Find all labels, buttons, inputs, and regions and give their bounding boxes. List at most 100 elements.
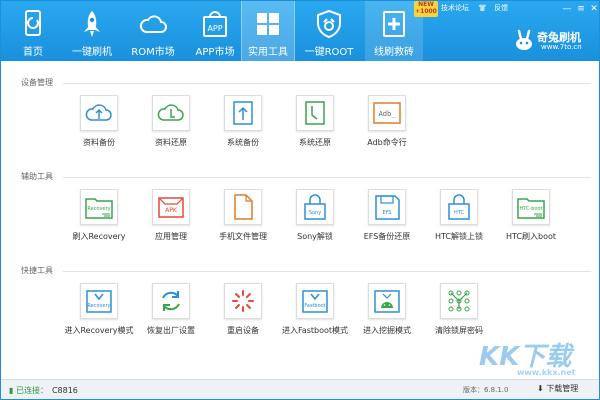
tool-box: Adb_ [368,95,406,131]
top-navigation-bar: 首页 一键刷机 ROM市场 APP APP市场 实用工具 一键ROOT 线刷救砖… [1,1,599,61]
shield-root-icon [317,9,341,39]
nav-app-market-label: APP市场 [195,47,235,58]
tool-adb-terminal[interactable]: Adb_ Adb命令行 [347,95,427,159]
tool-box: HTC [440,189,478,225]
reboot-icon [232,290,254,312]
tool-system-backup[interactable]: 系统备份 [203,95,283,159]
tool-data-restore[interactable]: 资料还原 [131,95,211,159]
tools-panel: 设备管理 资料备份 资料还原 系统备份 系统还原 Adb_ Adb命令行 辅助工… [1,61,599,379]
pattern-lock-icon [448,290,470,312]
nav-one-click-root-label: 一键ROOT [304,47,354,58]
connection-status: ▮ 已连接： C8816 [9,385,78,396]
home-phone-icon [25,10,41,36]
system-restore-icon [305,101,325,125]
skin-icon[interactable]: 👕 [478,4,487,12]
brand-url: www.7to.cn [541,43,582,51]
tool-factory-reset[interactable]: 恢复出厂设置 [131,283,211,347]
tool-box: Recovery [80,283,118,319]
efs-text: EFS [382,210,391,216]
tool-data-backup[interactable]: 资料备份 [59,95,139,159]
section-divider [63,83,591,84]
sony-lock-icon: Sony [304,194,326,220]
cloud-restore-icon [157,104,184,121]
tool-efs-backup[interactable]: EFS EFS备份还原 [347,189,427,253]
fastboot-text: Fastboot [304,303,325,309]
settings-icon[interactable]: ≡ [575,3,587,15]
app-window: 首页 一键刷机 ROM市场 APP APP市场 实用工具 一键ROOT 线刷救砖… [0,0,600,400]
recovery-folder-icon: Recovery [85,198,113,219]
tool-box [224,283,262,319]
close-icon[interactable]: ✕ [588,3,599,15]
connected-label: 已连接： [15,386,48,395]
tool-label: HTC刷入boot [505,232,557,241]
nav-utility-tools[interactable]: 实用工具 [241,1,295,61]
htc-boot-text: HTC-boot [519,206,542,212]
tool-file-manager[interactable]: 手机文件管理 [203,189,283,253]
tool-box [368,283,406,319]
section-title-quick: 快捷工具 [21,266,53,275]
nav-home-label: 首页 [23,47,43,58]
tool-box: APK [152,189,190,225]
tool-box [224,189,262,225]
tool-box [440,283,478,319]
minimize-icon[interactable]: — [561,3,573,15]
efs-floppy-icon: EFS [375,195,400,220]
tool-sony-unlock[interactable]: Sony Sony解锁 [275,189,355,253]
tool-label: Adb命令行 [367,138,407,147]
adb-text: Adb_ [379,110,397,118]
tool-system-restore[interactable]: 系统还原 [275,95,355,159]
phone-connected-icon: ▮ [9,386,14,395]
forum-link[interactable]: 技术论坛 [441,3,469,13]
tool-box [224,95,262,131]
section-divider [63,177,591,178]
version-label: 版本：6.8.1.0 [463,386,509,394]
tool-app-management[interactable]: APK 应用管理 [131,189,211,253]
tool-htc-flash-boot[interactable]: HTC-boot HTC刷入boot [491,189,571,253]
new-badge: NEW +1000 [414,1,438,17]
cloud-upload-icon [85,104,112,121]
android-dig-icon [374,290,400,313]
nav-app-market[interactable]: APP APP市场 [185,1,245,61]
tool-enter-fastboot[interactable]: Fastboot 进入Fastboot模式 [275,283,355,347]
tool-htc-unlock[interactable]: HTC HTC解锁上锁 [419,189,499,253]
nav-rom-market-label: ROM市场 [131,47,175,58]
brand-logo: 奇兔刷机 www.7to.cn [513,25,599,61]
recovery-mode-text: Recovery [87,303,110,309]
recovery-text: Recovery [87,206,110,212]
app-bag-text: APP [207,24,222,33]
section-title-device: 设备管理 [21,78,53,87]
shopping-bag-icon: APP [203,11,227,37]
htc-lock-icon: HTC [448,194,470,220]
download-manager-label: 下载管理 [546,384,579,393]
rocket-icon [84,11,100,37]
factory-reset-icon [162,291,180,311]
download-manager-button[interactable]: ⬇ 下载管理 [537,383,578,394]
nav-line-flash-rescue-label: 线刷救砖 [374,47,414,58]
tool-box [296,95,334,131]
tool-box: Recovery [80,189,118,225]
nav-one-click-root[interactable]: 一键ROOT [301,1,357,61]
tool-enter-recovery[interactable]: Recovery 进入Recovery模式 [59,283,139,347]
apk-icon: APK [158,197,184,218]
tool-flash-recovery[interactable]: Recovery 刷入Recovery [59,189,139,253]
device-name: C8816 [51,386,78,395]
tool-label: 清除锁屏密码 [435,326,483,335]
tool-box [80,95,118,131]
feedback-link[interactable]: 反馈 [494,3,508,13]
htc-boot-icon: HTC-boot [517,198,545,219]
watermark-url: www.kkx.net [517,368,576,377]
recovery-mode-icon: Recovery [86,290,112,313]
tool-box [152,283,190,319]
tool-box: HTC-boot [512,189,550,225]
cloud-icon [139,15,167,33]
nav-one-click-flash-label: 一键刷机 [72,47,112,58]
nav-rom-market[interactable]: ROM市场 [123,1,183,61]
tool-reboot-device[interactable]: 重启设备 [203,283,283,347]
tool-enter-dig-mode[interactable]: 进入挖掘模式 [347,283,427,347]
grid-tools-icon [257,13,279,35]
nav-home[interactable]: 首页 [5,1,61,61]
status-bar: ▮ 已连接： C8816 版本：6.8.1.0 ⬇ 下载管理 [1,379,599,399]
file-icon [234,194,253,220]
nav-one-click-flash[interactable]: 一键刷机 [63,1,121,61]
sony-text: Sony [309,210,321,216]
